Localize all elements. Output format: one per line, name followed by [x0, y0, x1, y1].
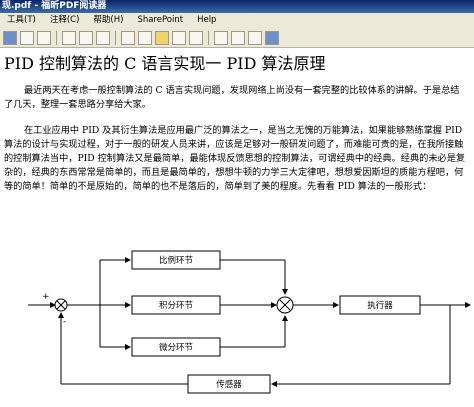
- proportional-label: 比例环节: [159, 255, 194, 266]
- integral-label: 积分环节: [159, 300, 194, 311]
- minus-sign: -: [63, 317, 66, 327]
- save-icon[interactable]: [20, 30, 34, 45]
- menu-tools[interactable]: 工具(T): [0, 13, 43, 28]
- sensor-label: 传感器: [216, 379, 242, 390]
- toolbar-divider: [115, 30, 116, 45]
- comment-icon[interactable]: [155, 30, 169, 45]
- toolbar: [0, 28, 474, 48]
- print-icon[interactable]: [37, 30, 51, 45]
- derivative-label: 微分环节: [159, 342, 194, 353]
- hand-tool-icon[interactable]: [62, 30, 76, 45]
- menu-sharepoint[interactable]: SharePoint: [130, 13, 190, 28]
- highlight-icon[interactable]: [189, 30, 203, 45]
- document-view[interactable]: PID 控制算法的 C 语言实现一 PID 算法原理 最近两天在考虑一般控制算法…: [0, 48, 474, 407]
- toolbar-divider: [208, 30, 209, 45]
- bookmark-icon[interactable]: [138, 30, 152, 45]
- menu-help[interactable]: 帮助(H): [86, 13, 130, 28]
- search-icon[interactable]: [265, 30, 279, 45]
- rotate-icon[interactable]: [248, 30, 262, 45]
- open-icon[interactable]: [3, 30, 17, 45]
- menu-annotate[interactable]: 注释(C): [43, 13, 87, 28]
- page-icon[interactable]: [121, 30, 135, 45]
- snapshot-icon[interactable]: [96, 30, 110, 45]
- zoom-icon[interactable]: [214, 30, 228, 45]
- menu-help-en[interactable]: Help: [190, 13, 223, 28]
- menu-bar: 工具(T) 注释(C) 帮助(H) SharePoint Help: [0, 13, 474, 28]
- window-title: 现.pdf - 福昕PDF阅读器: [0, 0, 474, 13]
- actuator-label: 执行器: [367, 300, 393, 311]
- fit-page-icon[interactable]: [231, 30, 245, 45]
- pid-block-diagram: + - 比例环节 积分环节 微分环节 执行器 传感器: [28, 250, 471, 394]
- toolbar-divider: [56, 30, 57, 45]
- select-text-icon[interactable]: [79, 30, 93, 45]
- plus-sign: +: [42, 292, 50, 302]
- note-icon[interactable]: [172, 30, 186, 45]
